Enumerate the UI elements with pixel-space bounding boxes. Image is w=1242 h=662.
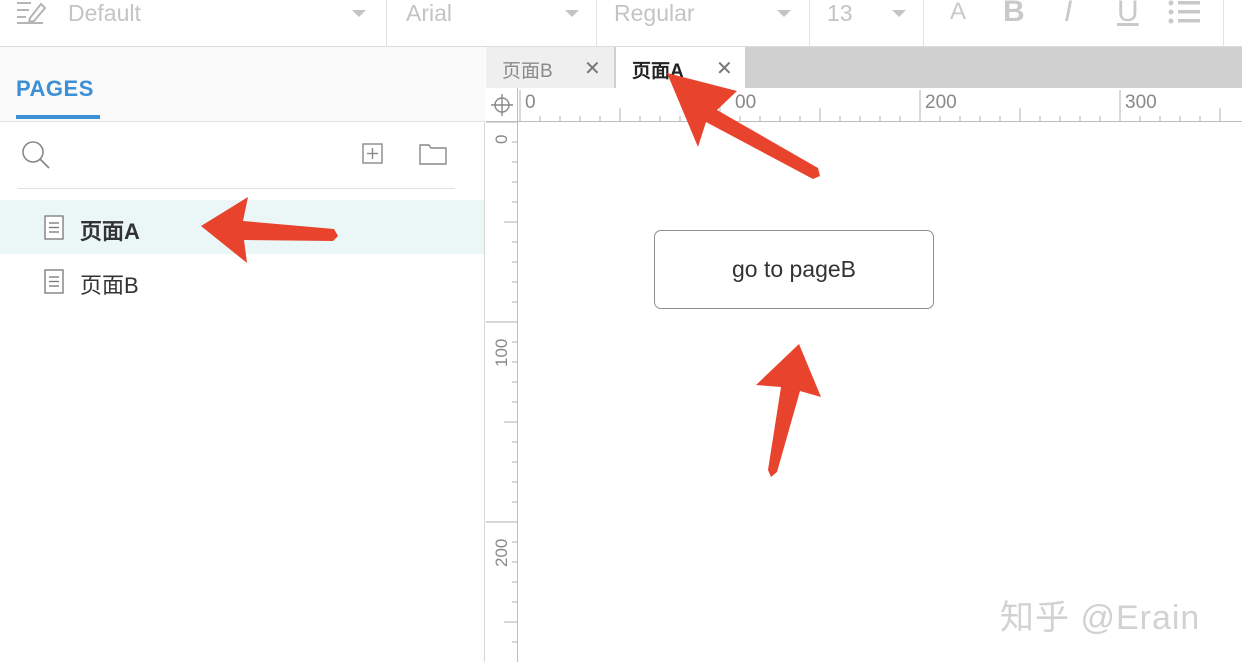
- page-item-a[interactable]: 页面A: [0, 200, 484, 254]
- ruler-label: 0: [492, 134, 511, 144]
- chevron-down-icon: [565, 10, 579, 17]
- tab-page-a[interactable]: 页面A ✕: [616, 47, 746, 88]
- page-icon: [44, 269, 64, 294]
- underline-button[interactable]: U: [1117, 0, 1139, 28]
- vertical-ruler: 0 100 200: [486, 122, 518, 662]
- ruler-ticks: [486, 122, 517, 643]
- add-page-icon[interactable]: [362, 143, 384, 165]
- page-item-b[interactable]: 页面B: [0, 254, 484, 308]
- add-folder-icon[interactable]: [419, 143, 447, 165]
- pages-panel: PAGES 页面A 页面B: [0, 47, 485, 662]
- bullet-list-icon[interactable]: [1168, 0, 1202, 26]
- font-size-value: 13: [827, 0, 853, 26]
- font-color-button[interactable]: A: [950, 0, 966, 28]
- format-buttons: A B I U: [924, 0, 1224, 46]
- design-canvas[interactable]: [518, 122, 1242, 662]
- font-weight-value: Regular: [614, 0, 695, 26]
- page-icon: [44, 215, 64, 240]
- tab-label: 页面B: [502, 61, 553, 82]
- chevron-down-icon: [892, 10, 906, 17]
- ruler-corner[interactable]: [486, 88, 518, 122]
- tab-label: 页面A: [632, 61, 684, 82]
- ruler-label: 300: [1125, 92, 1157, 113]
- edit-style-icon: [17, 2, 47, 24]
- ruler-label: 100: [492, 338, 511, 367]
- pages-panel-header: PAGES: [0, 47, 485, 122]
- app-window: Default Arial Regular 13 A B I U PAGES 页…: [0, 0, 1242, 662]
- tab-page-b[interactable]: 页面B ✕: [486, 47, 615, 88]
- watermark: 知乎 @Erain: [1000, 599, 1201, 637]
- divider: [18, 188, 455, 189]
- font-size-dropdown[interactable]: 13: [810, 0, 924, 46]
- pages-toolbar: [0, 123, 485, 189]
- chevron-down-icon: [777, 10, 791, 17]
- font-family-dropdown[interactable]: Arial: [387, 0, 597, 46]
- chevron-down-icon: [352, 10, 366, 17]
- go-to-pageb-button[interactable]: go to pageB: [654, 230, 934, 309]
- font-family-value: Arial: [406, 0, 453, 26]
- close-icon[interactable]: ✕: [716, 56, 733, 81]
- style-value: Default: [68, 0, 141, 26]
- ruler-label: 00: [735, 92, 757, 113]
- bold-button[interactable]: B: [1003, 0, 1025, 28]
- crosshair-icon: [491, 94, 513, 116]
- ruler-label: 200: [492, 538, 511, 567]
- page-item-label: 页面A: [80, 219, 140, 244]
- close-icon[interactable]: ✕: [584, 56, 601, 81]
- italic-button[interactable]: I: [1064, 0, 1072, 28]
- font-weight-dropdown[interactable]: Regular: [597, 0, 810, 46]
- page-item-label: 页面B: [80, 273, 139, 298]
- style-dropdown[interactable]: Default: [0, 0, 387, 46]
- pages-tab-underline: [16, 115, 100, 119]
- ruler-label: 200: [925, 92, 957, 113]
- search-icon[interactable]: [21, 140, 53, 172]
- toolbar: Default Arial Regular 13 A B I U: [0, 0, 1242, 47]
- pages-tab[interactable]: PAGES: [16, 76, 94, 102]
- tab-bar: 页面B ✕ 页面A ✕: [486, 47, 1242, 88]
- ruler-label: 0: [525, 92, 536, 113]
- horizontal-ruler: 0 00 200 300: [486, 88, 1242, 122]
